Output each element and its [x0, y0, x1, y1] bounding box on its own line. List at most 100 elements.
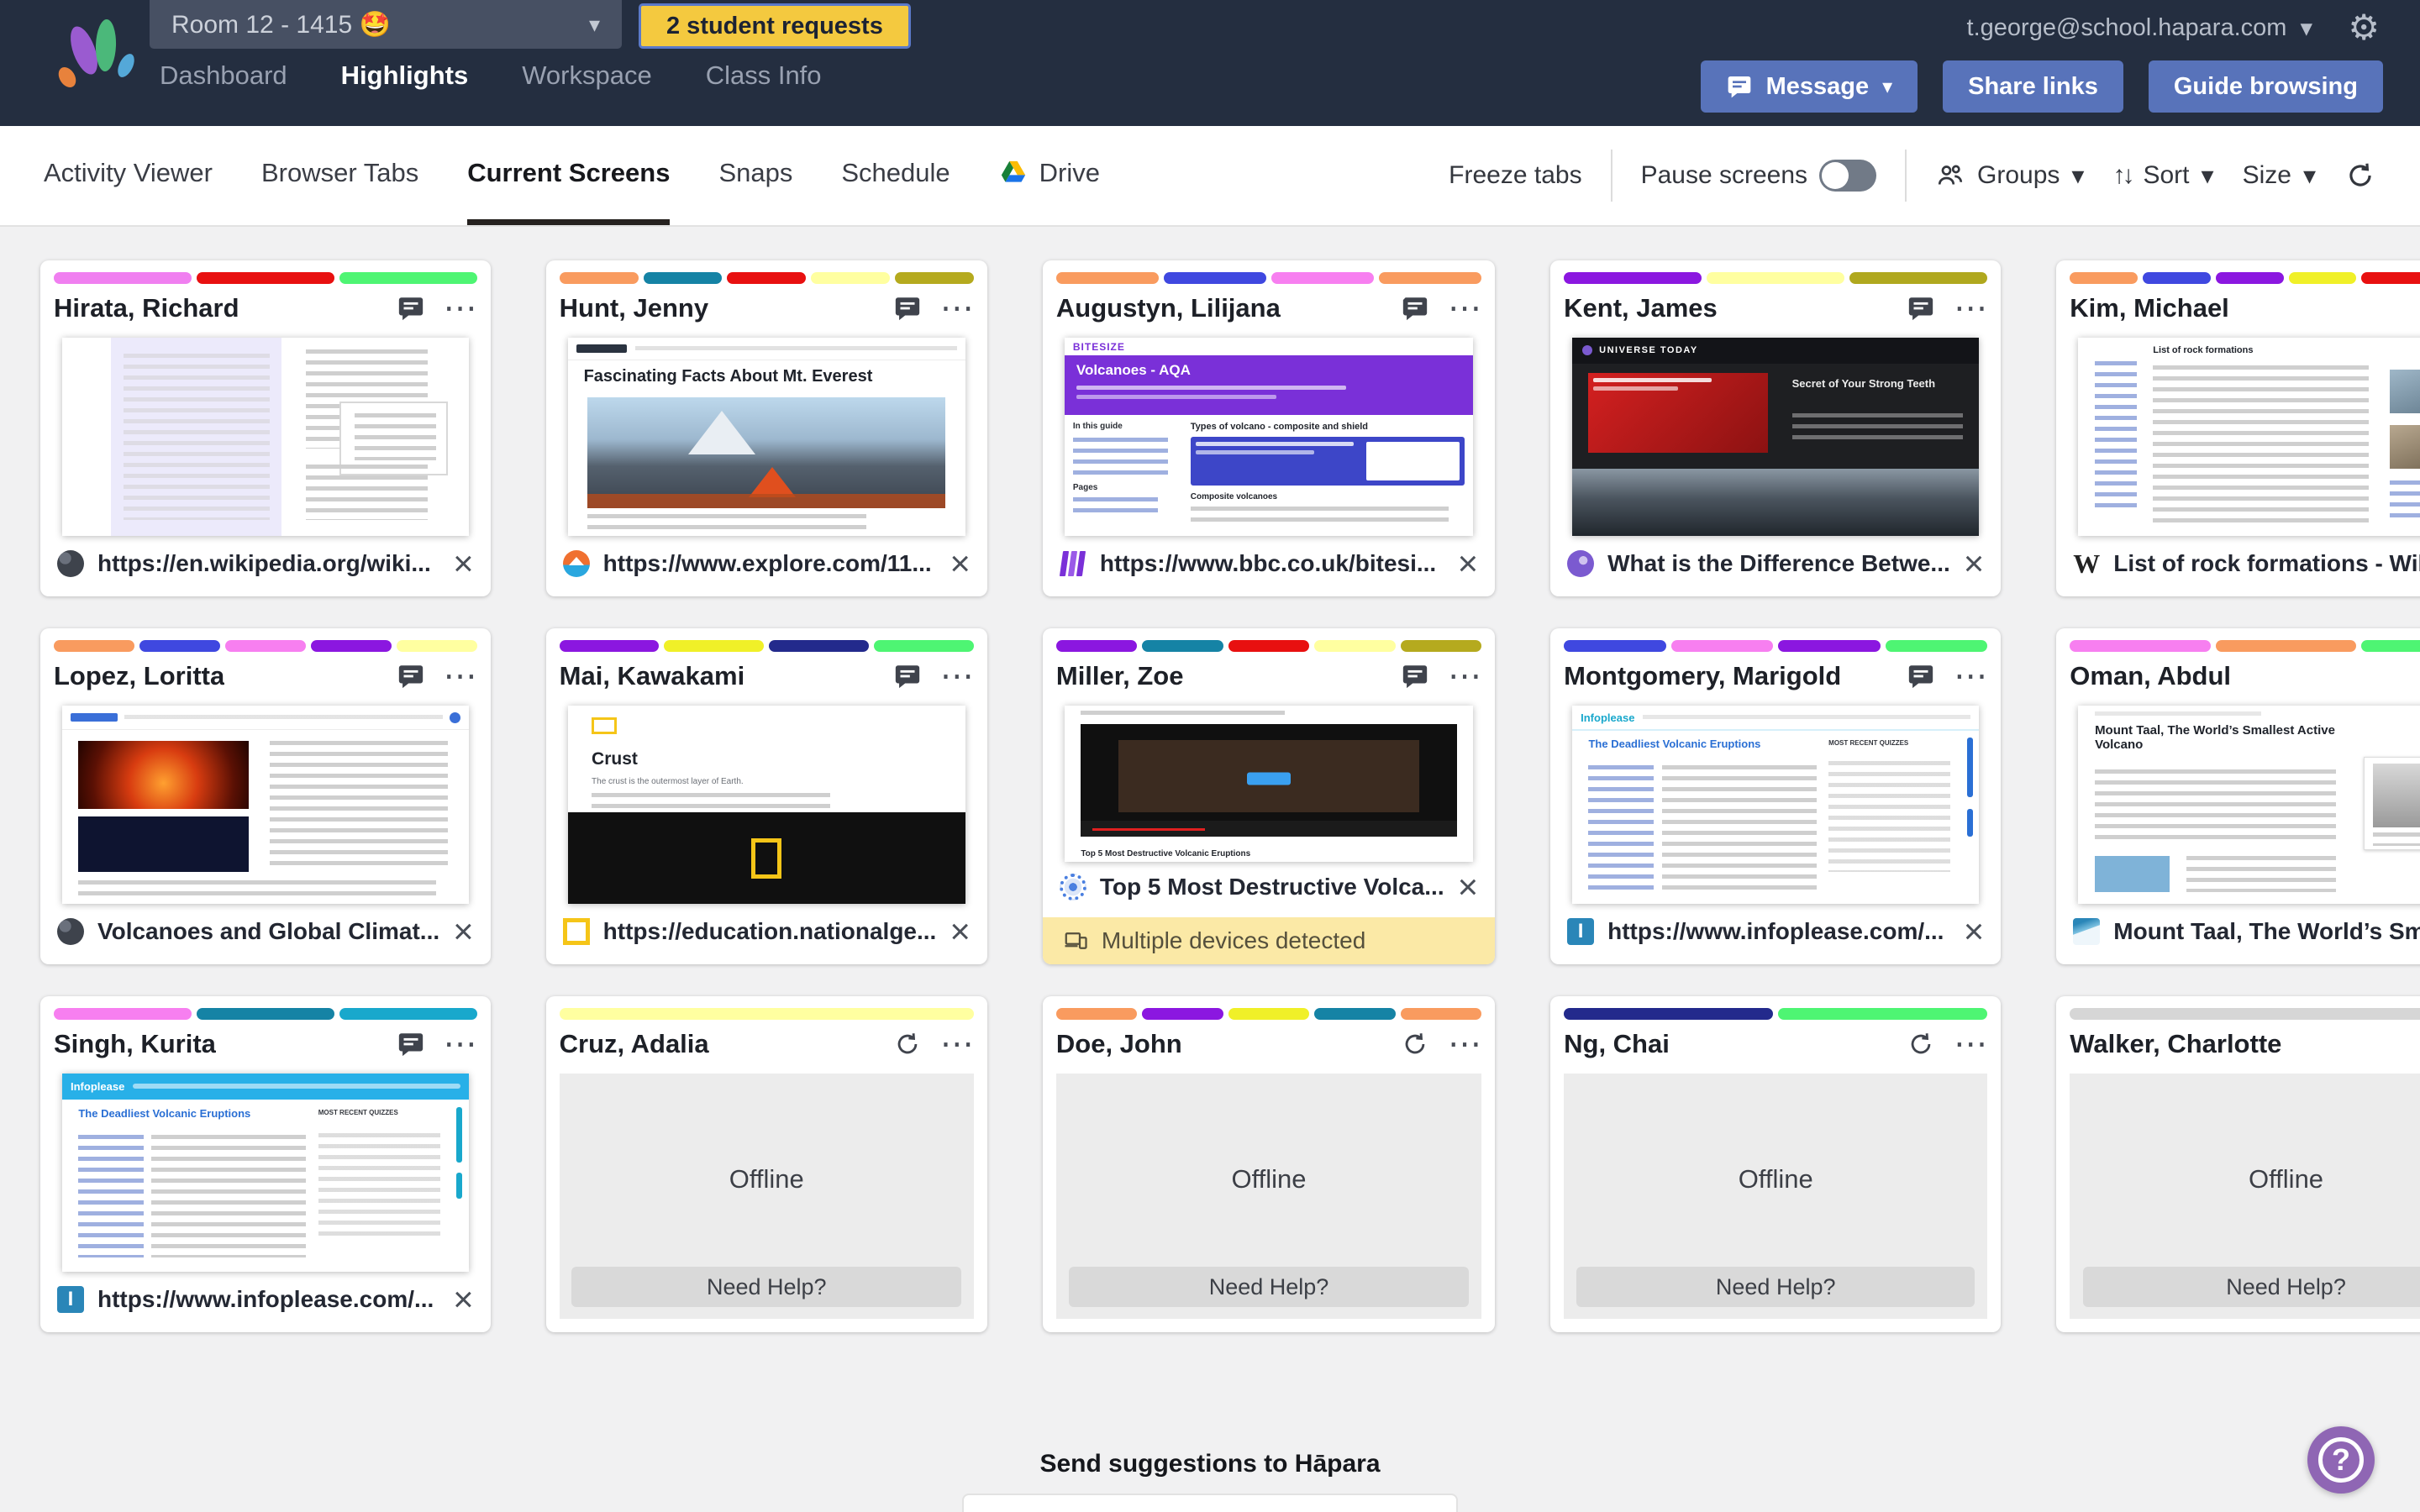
close-screen-button[interactable]: × — [453, 1287, 474, 1312]
message-student-button[interactable] — [1907, 662, 1935, 690]
screen-url-link[interactable]: https://www.bbc.co.uk/bitesi... — [1100, 550, 1436, 577]
screen-thumbnail[interactable]: List of rock formations — [2078, 338, 2420, 536]
more-options-button[interactable]: ⋯ — [1448, 668, 1481, 685]
offline-panel: Offline Need Help? — [1056, 1074, 1481, 1319]
screen-thumbnail[interactable]: Infoplease The Deadliest Volcanic Erupti… — [62, 1074, 469, 1272]
close-screen-button[interactable]: × — [1458, 551, 1479, 576]
size-dropdown[interactable]: Size ▾ — [2243, 161, 2316, 191]
chat-bubble-icon — [1907, 294, 1935, 323]
chat-bubble-icon — [1726, 73, 1753, 100]
class-room-selector[interactable]: Room 12 - 1415 🤩 ▾ — [150, 0, 622, 49]
thumb-right-heading: MOST RECENT QUIZZES — [318, 1109, 440, 1116]
freeze-tabs-button[interactable]: Freeze tabs — [1449, 161, 1581, 190]
offline-panel: Offline Need Help? — [2070, 1074, 2420, 1319]
screen-thumbnail[interactable] — [62, 706, 469, 904]
screen-url-link[interactable]: What is the Difference Betwe... — [1607, 550, 1950, 577]
message-button[interactable]: Message ▾ — [1701, 60, 1918, 113]
screen-url-link[interactable]: List of rock formations - Wiki... — [2113, 550, 2420, 577]
more-options-button[interactable]: ⋯ — [1448, 300, 1481, 317]
suggestions-input[interactable] — [962, 1494, 1458, 1512]
screen-url-link[interactable]: https://www.infoplease.com/... — [97, 1286, 434, 1313]
student-name: Miller, Zoe — [1056, 661, 1184, 691]
chat-bubble-icon — [397, 662, 425, 690]
screen-thumbnail[interactable]: BITESIZE Volcanoes - AQA In this guide P… — [1065, 338, 1473, 536]
more-options-button[interactable]: ⋯ — [940, 1036, 974, 1053]
nav-item-highlights[interactable]: Highlights — [341, 55, 469, 96]
screen-thumbnail[interactable]: Mount Taal, The World’s Smallest Active … — [2078, 706, 2420, 904]
need-help-button[interactable]: Need Help? — [571, 1267, 961, 1307]
groups-dropdown[interactable]: Groups ▾ — [1935, 160, 2084, 191]
share-links-button[interactable]: Share links — [1943, 60, 2123, 113]
chevron-down-icon: ▾ — [2202, 161, 2214, 191]
screen-url-link[interactable]: https://www.explore.com/11... — [603, 550, 932, 577]
pause-screens-toggle[interactable] — [1819, 160, 1876, 192]
message-student-button[interactable] — [1907, 294, 1935, 323]
student-requests-button[interactable]: 2 student requests — [639, 3, 911, 49]
refresh-student-button[interactable] — [893, 1030, 922, 1058]
screen-thumbnail[interactable]: Fascinating Facts About Mt. Everest — [568, 338, 965, 536]
need-help-button[interactable]: Need Help? — [1576, 1267, 1975, 1307]
sort-dropdown[interactable]: ↑↓ Sort ▾ — [2112, 161, 2213, 191]
more-options-button[interactable]: ⋯ — [940, 300, 974, 317]
refresh-screens-button[interactable] — [2344, 160, 2376, 192]
video-site-favicon — [1060, 874, 1086, 900]
screen-url-link[interactable]: https://www.infoplease.com/... — [1607, 918, 1944, 945]
close-screen-button[interactable]: × — [950, 551, 971, 576]
screen-thumbnail[interactable]: Top 5 Most Destructive Volcanic Eruption… — [1065, 706, 1473, 862]
message-student-button[interactable] — [893, 294, 922, 323]
message-student-button[interactable] — [1401, 294, 1429, 323]
nav-item-workspace[interactable]: Workspace — [522, 55, 652, 96]
close-screen-button[interactable]: × — [453, 551, 474, 576]
student-card: Mai, Kawakami ⋯ Crust The crust is the o… — [546, 628, 987, 964]
need-help-button[interactable]: Need Help? — [1069, 1267, 1469, 1307]
message-student-button[interactable] — [397, 1030, 425, 1058]
message-student-button[interactable] — [397, 662, 425, 690]
close-screen-button[interactable]: × — [1458, 874, 1479, 900]
more-options-button[interactable]: ⋯ — [1954, 1036, 1987, 1053]
more-options-button[interactable]: ⋯ — [1954, 668, 1987, 685]
refresh-student-button[interactable] — [1907, 1030, 1935, 1058]
need-help-button[interactable]: Need Help? — [2083, 1267, 2420, 1307]
more-options-button[interactable]: ⋯ — [1448, 1036, 1481, 1053]
tab-drive[interactable]: Drive — [999, 126, 1100, 225]
more-options-button[interactable]: ⋯ — [444, 300, 477, 317]
help-button[interactable]: ? — [2307, 1426, 2375, 1494]
close-screen-button[interactable]: × — [453, 919, 474, 944]
screen-url-link[interactable]: https://en.wikipedia.org/wiki... — [97, 550, 431, 577]
screen-thumbnail[interactable]: Crust The crust is the outermost layer o… — [568, 706, 965, 904]
tab-current-screens[interactable]: Current Screens — [467, 126, 670, 225]
close-screen-button[interactable]: × — [1964, 919, 1985, 944]
more-options-button[interactable]: ⋯ — [444, 1036, 477, 1053]
tab-browser-tabs[interactable]: Browser Tabs — [261, 126, 418, 225]
more-options-button[interactable]: ⋯ — [1954, 300, 1987, 317]
screen-thumbnail[interactable]: Infoplease The Deadliest Volcanic Erupti… — [1572, 706, 1979, 904]
close-screen-button[interactable]: × — [950, 919, 971, 944]
message-student-button[interactable] — [1401, 662, 1429, 690]
more-options-button[interactable]: ⋯ — [444, 668, 477, 685]
guide-browsing-button[interactable]: Guide browsing — [2149, 60, 2383, 113]
screen-thumbnail[interactable] — [62, 338, 469, 536]
thumb-site-label: UNIVERSE TODAY — [1599, 345, 1698, 355]
screen-url-link[interactable]: Mount Taal, The World’s Smal... — [2113, 918, 2420, 945]
screen-url-link[interactable]: Top 5 Most Destructive Volca... — [1100, 874, 1444, 900]
tab-snaps[interactable]: Snaps — [718, 126, 792, 225]
thumb-sidebar-label: In this guide — [1073, 422, 1179, 431]
message-student-button[interactable] — [397, 294, 425, 323]
screen-url-link[interactable]: https://education.nationalge... — [603, 918, 937, 945]
refresh-student-button[interactable] — [1401, 1030, 1429, 1058]
message-student-button[interactable] — [893, 662, 922, 690]
chat-bubble-icon — [397, 294, 425, 323]
nav-item-class-info[interactable]: Class Info — [706, 55, 822, 96]
tab-activity-viewer[interactable]: Activity Viewer — [44, 126, 213, 225]
group-color-stripe — [54, 1008, 477, 1020]
screen-url-link[interactable]: Volcanoes and Global Climat... — [97, 918, 439, 945]
more-options-button[interactable]: ⋯ — [940, 668, 974, 685]
settings-gear-icon[interactable]: ⚙ — [2348, 7, 2380, 48]
screen-thumbnail[interactable]: UNIVERSE TODAY Secret of Your Strong Tee… — [1572, 338, 1979, 536]
offline-status: Offline — [2249, 1164, 2323, 1194]
nav-item-dashboard[interactable]: Dashboard — [160, 55, 287, 96]
close-screen-button[interactable]: × — [1964, 551, 1985, 576]
account-menu[interactable]: t.george@school.hapara.com ▾ — [1967, 13, 2312, 43]
tab-schedule[interactable]: Schedule — [841, 126, 950, 225]
thumb-page-title: The Deadliest Volcanic Eruptions — [78, 1107, 306, 1120]
